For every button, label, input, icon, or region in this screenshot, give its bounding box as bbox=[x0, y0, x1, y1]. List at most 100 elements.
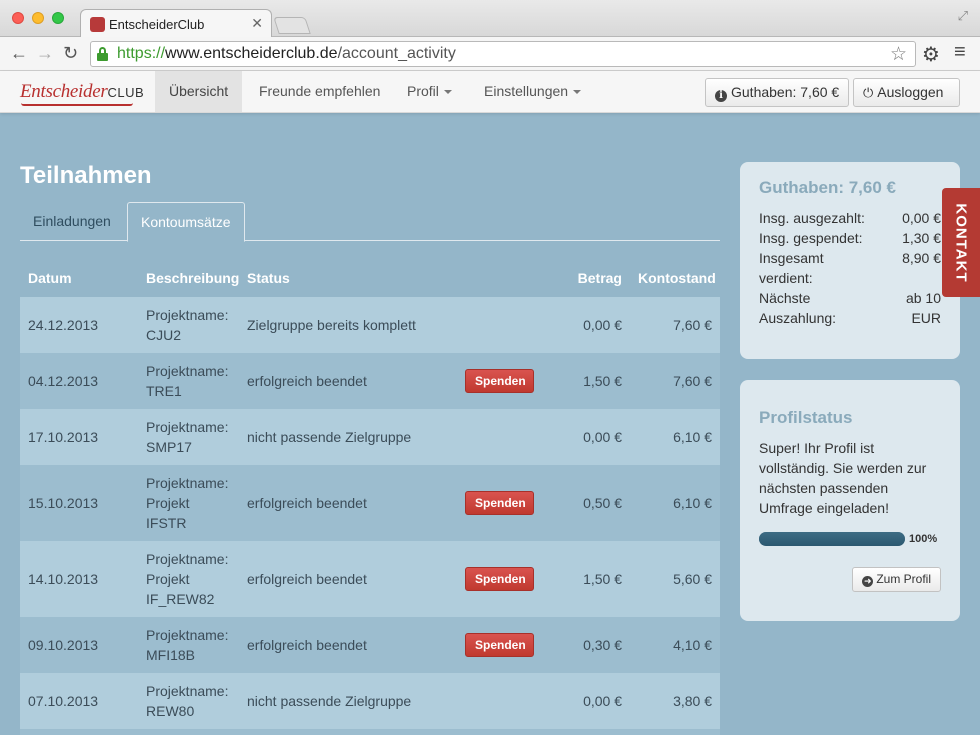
browser-toolbar: ← → ↻ https://www.entscheiderclub.de/acc… bbox=[0, 37, 980, 71]
cell-amount: 0,00 € bbox=[563, 297, 630, 353]
favicon-icon bbox=[90, 17, 105, 32]
cell-action: Spenden bbox=[457, 465, 563, 541]
cell-date bbox=[20, 729, 138, 735]
contact-tab[interactable]: KONTAKT bbox=[942, 188, 980, 297]
balance-button[interactable]: i Guthaben: 7,60 € bbox=[705, 78, 850, 107]
tab-einladungen[interactable]: Einladungen bbox=[20, 202, 124, 241]
cell-balance: 4,10 € bbox=[630, 617, 720, 673]
spenden-button[interactable]: Spenden bbox=[465, 369, 534, 393]
caret-down-icon bbox=[573, 90, 582, 95]
cell-description: Projektname: CJU2 bbox=[138, 297, 239, 353]
logout-button[interactable]: ⏻ Ausloggen bbox=[853, 78, 960, 107]
url-text: https://www.entscheiderclub.de/account_a… bbox=[117, 45, 456, 62]
spenden-button[interactable]: Spenden bbox=[465, 633, 534, 657]
cell-description: Projektname: SMP17 bbox=[138, 409, 239, 465]
table-row: 24.12.2013 Projektname: CJU2 Zielgruppe be… bbox=[20, 297, 720, 353]
cell-status: erfolgreich beendet bbox=[239, 617, 457, 673]
tab-kontoumsaetze[interactable]: Kontoumsätze bbox=[127, 202, 245, 242]
cell-date: 07.10.2013 bbox=[20, 673, 138, 729]
zum-profil-button[interactable]: ➜ Zum Profil bbox=[852, 567, 941, 592]
cell-status: erfolgreich beendet bbox=[239, 465, 457, 541]
table-row: 14.10.2013 Projektname: Projekt IF_REW82 e… bbox=[20, 541, 720, 617]
nav-item-einstellungen[interactable]: Einstellungen bbox=[470, 71, 595, 112]
table-row: 15.10.2013 Projektname: Projekt IFSTR erfo… bbox=[20, 465, 720, 541]
cell-balance: 7,60 € bbox=[630, 297, 720, 353]
column-header-action bbox=[457, 258, 563, 297]
profile-status-panel: Profilstatus Super! Ihr Profil ist volls… bbox=[740, 380, 960, 621]
cell-amount: 1,50 € bbox=[563, 541, 630, 617]
stat-row: Nächste Auszahlung: ab 10 EUR bbox=[759, 290, 941, 326]
column-header-beschreibung[interactable]: Beschreibung bbox=[138, 258, 239, 297]
tab-close-icon[interactable]: ✕ bbox=[251, 15, 263, 32]
hamburger-menu-icon[interactable]: ≡ bbox=[954, 41, 966, 64]
cell-description: Projektname: bbox=[138, 729, 239, 735]
cell-action: Spenden bbox=[457, 541, 563, 617]
table-row: 04.12.2013 Projektname: TRE1 erfolgreich b… bbox=[20, 353, 720, 409]
back-arrow-icon[interactable]: ← bbox=[10, 43, 28, 63]
new-tab-button[interactable] bbox=[273, 17, 311, 34]
cell-date: 14.10.2013 bbox=[20, 541, 138, 617]
stat-row: Insg. gespendet: 1,30 € bbox=[759, 230, 941, 246]
cell-amount: 0,50 € bbox=[563, 465, 630, 541]
cell-balance: 7,60 € bbox=[630, 353, 720, 409]
cell-balance: 6,10 € bbox=[630, 465, 720, 541]
stat-row: Insgesamt verdient: 8,90 € bbox=[759, 250, 941, 286]
address-bar[interactable]: https://www.entscheiderclub.de/account_a… bbox=[90, 41, 916, 67]
nav-item-profil[interactable]: Profil bbox=[393, 71, 466, 112]
cell-description: Projektname: REW80 bbox=[138, 673, 239, 729]
page-title: Teilnahmen bbox=[20, 162, 152, 189]
cell-amount bbox=[563, 729, 630, 735]
cell-description: Projektname: Projekt IFSTR bbox=[138, 465, 239, 541]
window-maximize-button[interactable] bbox=[52, 12, 64, 24]
power-icon: ⏻ bbox=[863, 85, 874, 100]
cell-date: 09.10.2013 bbox=[20, 617, 138, 673]
cell-amount: 0,00 € bbox=[563, 673, 630, 729]
cell-action bbox=[457, 409, 563, 465]
cell-status: erfolgreich beendet bbox=[239, 353, 457, 409]
tab-bar: Einladungen Kontoumsätze bbox=[20, 202, 720, 242]
cell-status bbox=[239, 729, 457, 735]
progress-label: 100% bbox=[909, 533, 938, 545]
activity-table: Datum Beschreibung Status Betrag Kontost… bbox=[20, 258, 720, 735]
cell-balance: 3,80 € bbox=[630, 673, 720, 729]
cell-action bbox=[457, 729, 563, 735]
reload-icon[interactable]: ↻ bbox=[63, 43, 78, 63]
forward-arrow-icon[interactable]: → bbox=[36, 43, 54, 63]
browser-tab[interactable]: EntscheiderClub ✕ bbox=[80, 9, 272, 38]
cell-description: Projektname: Projekt IF_REW82 bbox=[138, 541, 239, 617]
table-row: 09.10.2013 Projektname: MFI18B erfolgreich… bbox=[20, 617, 720, 673]
spenden-button[interactable]: Spenden bbox=[465, 491, 534, 515]
cell-amount: 1,50 € bbox=[563, 353, 630, 409]
bookmark-star-icon[interactable]: ☆ bbox=[890, 43, 907, 66]
column-header-kontostand[interactable]: Kontostand bbox=[630, 258, 720, 297]
column-header-betrag[interactable]: Betrag bbox=[563, 258, 630, 297]
browser-titlebar: EntscheiderClub ✕ ⤢ bbox=[0, 0, 980, 38]
caret-down-icon bbox=[443, 90, 452, 95]
table-row: 17.10.2013 Projektname: SMP17 nicht passen… bbox=[20, 409, 720, 465]
spenden-button[interactable]: Spenden bbox=[465, 567, 534, 591]
cell-status: nicht passende Zielgruppe bbox=[239, 409, 457, 465]
profile-status-text: Super! Ihr Profil ist vollständig. Sie w… bbox=[759, 440, 927, 516]
table-row: Projektname: bbox=[20, 729, 720, 735]
window-minimize-button[interactable] bbox=[32, 12, 44, 24]
column-header-datum[interactable]: Datum bbox=[20, 258, 138, 297]
lock-icon bbox=[97, 47, 108, 61]
nav-item-freunde-empfehlen[interactable]: Freunde empfehlen bbox=[245, 71, 394, 112]
cell-amount: 0,00 € bbox=[563, 409, 630, 465]
cell-description: Projektname: TRE1 bbox=[138, 353, 239, 409]
cell-amount: 0,30 € bbox=[563, 617, 630, 673]
cell-description: Projektname: MFI18B bbox=[138, 617, 239, 673]
nav-item-uebersicht[interactable]: Übersicht bbox=[155, 71, 243, 112]
cell-date: 24.12.2013 bbox=[20, 297, 138, 353]
gear-icon[interactable]: ⚙ bbox=[922, 42, 940, 67]
fullscreen-icon[interactable]: ⤢ bbox=[958, 8, 968, 24]
balance-panel-title: Guthaben: 7,60 € bbox=[759, 178, 896, 197]
column-header-status[interactable]: Status bbox=[239, 258, 457, 297]
profile-progress-bar: 100% bbox=[759, 532, 941, 546]
cell-status: Zielgruppe bereits komplett bbox=[239, 297, 457, 353]
cell-action: Spenden bbox=[457, 353, 563, 409]
window-close-button[interactable] bbox=[12, 12, 24, 24]
site-logo[interactable]: EntscheiderCLUB bbox=[20, 81, 144, 106]
tab-title: EntscheiderClub bbox=[109, 17, 205, 32]
cell-balance: 6,10 € bbox=[630, 409, 720, 465]
